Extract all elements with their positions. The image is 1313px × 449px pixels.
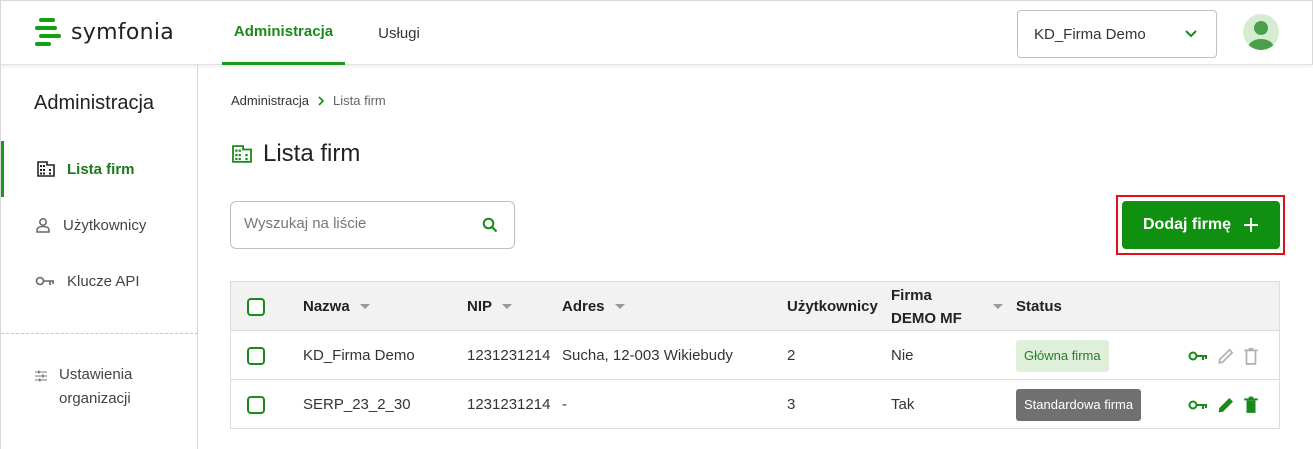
sliders-icon xyxy=(35,370,47,382)
row-checkbox-cell xyxy=(247,331,265,380)
col-header-nip[interactable]: NIP xyxy=(467,282,513,331)
chevron-right-icon xyxy=(318,95,325,106)
status-badge: Główna firma xyxy=(1016,339,1109,372)
brand-name: symfonia xyxy=(71,19,175,45)
cell-firma-demo: Nie xyxy=(891,347,914,364)
sidebar-divider xyxy=(1,333,198,334)
sidebar-item-klucze-api[interactable]: Klucze API xyxy=(1,253,198,309)
building-icon xyxy=(37,161,55,177)
breadcrumb: Administracja Lista firm xyxy=(231,93,386,108)
col-header-label: Firma DEMO MF xyxy=(891,284,962,330)
col-header-status[interactable]: Status xyxy=(1016,282,1062,331)
cell-nip: 1231231214 xyxy=(467,396,551,413)
settings-label-line2: organizacji xyxy=(59,390,131,407)
sort-icon xyxy=(502,304,513,309)
delete-icon[interactable] xyxy=(1243,396,1259,414)
sidebar-item-lista-firm[interactable]: Lista firm xyxy=(1,141,198,197)
edit-icon[interactable] xyxy=(1217,347,1235,365)
building-icon xyxy=(232,145,252,163)
row-checkbox[interactable] xyxy=(247,395,265,414)
page-title-text: Lista firm xyxy=(263,140,361,167)
col-header-label: NIP xyxy=(467,298,493,315)
company-select[interactable]: KD_Firma Demo xyxy=(1017,10,1217,58)
search-icon[interactable] xyxy=(482,217,498,233)
col-header-firma-demo[interactable]: Firma DEMO MF xyxy=(891,282,1003,331)
status-badge: Standardowa firma xyxy=(1016,388,1142,421)
brand-logo[interactable]: symfonia xyxy=(35,18,174,46)
col-header-uzytkownicy[interactable]: Użytkownicy xyxy=(787,282,878,331)
sort-icon xyxy=(993,304,1003,309)
status-cell: Standardowa firma xyxy=(1016,380,1142,429)
col-header-label-line1: Firma xyxy=(891,286,932,304)
table-header: Nazwa NIP Adres Użytkownicy Firma DEMO M… xyxy=(231,282,1279,331)
row-actions xyxy=(1187,380,1259,429)
row-actions xyxy=(1187,331,1259,380)
top-bar: symfonia Administracja Usługi KD_Firma D… xyxy=(0,0,1313,65)
tab-administracja[interactable]: Administracja xyxy=(222,1,345,65)
person-avatar-icon xyxy=(1248,21,1274,50)
breadcrumb-parent[interactable]: Administracja xyxy=(231,93,309,108)
col-header-label: Adres xyxy=(562,298,605,315)
sidebar-item-label: Lista firm xyxy=(67,160,135,178)
key-icon[interactable] xyxy=(1187,349,1209,363)
cell-nazwa: KD_Firma Demo xyxy=(303,347,415,364)
tab-uslugi[interactable]: Usługi xyxy=(363,1,435,65)
edit-icon[interactable] xyxy=(1217,396,1235,414)
key-icon xyxy=(35,276,54,286)
col-header-label-line2: DEMO MF xyxy=(891,309,962,327)
sidebar-item-label: Klucze API xyxy=(67,272,140,290)
settings-label-line1: Ustawienia xyxy=(59,366,133,383)
table-row[interactable]: KD_Firma Demo 1231231214 Sucha, 12-003 W… xyxy=(231,331,1279,380)
cell-nip: 1231231214 xyxy=(467,347,551,364)
select-all-cell xyxy=(247,282,265,331)
cell-firma-demo: Tak xyxy=(891,396,915,413)
sidebar-settings-label: Ustawienia organizacji xyxy=(59,363,132,411)
col-header-label: Nazwa xyxy=(303,298,350,315)
symfonia-logo-icon xyxy=(35,18,61,46)
key-icon[interactable] xyxy=(1187,398,1209,412)
col-header-adres[interactable]: Adres xyxy=(562,282,625,331)
breadcrumb-current: Lista firm xyxy=(333,93,386,108)
search-input[interactable] xyxy=(244,215,464,232)
chevron-down-icon xyxy=(1185,30,1197,38)
sidebar-item-label: Użytkownicy xyxy=(63,216,147,234)
sort-icon xyxy=(614,304,625,309)
plus-icon xyxy=(1244,218,1258,232)
row-checkbox[interactable] xyxy=(247,346,265,365)
cell-nazwa: SERP_23_2_30 xyxy=(303,396,411,413)
col-header-label: Użytkownicy xyxy=(787,298,878,315)
search-box xyxy=(230,201,515,249)
table-row[interactable]: SERP_23_2_30 1231231214 - 3 Tak Standard… xyxy=(231,380,1279,429)
add-company-label: Dodaj firmę xyxy=(1142,216,1231,233)
sidebar-item-ustawienia[interactable]: Ustawienia organizacji xyxy=(35,363,132,411)
select-all-checkbox[interactable] xyxy=(247,297,265,316)
col-header-label: Status xyxy=(1016,298,1062,315)
companies-table: Nazwa NIP Adres Użytkownicy Firma DEMO M… xyxy=(230,281,1280,429)
user-icon xyxy=(36,218,50,233)
col-header-nazwa[interactable]: Nazwa xyxy=(303,282,370,331)
page-title: Lista firm xyxy=(231,140,360,168)
cell-adres: - xyxy=(562,396,567,413)
sidebar-item-uzytkownicy[interactable]: Użytkownicy xyxy=(1,197,198,253)
company-select-value: KD_Firma Demo xyxy=(1034,25,1146,43)
sidebar-title: Administracja xyxy=(34,92,155,114)
row-checkbox-cell xyxy=(247,380,265,429)
status-cell: Główna firma xyxy=(1016,331,1109,380)
user-avatar[interactable] xyxy=(1243,14,1279,50)
cell-uzytkownicy: 2 xyxy=(787,347,796,364)
delete-icon[interactable] xyxy=(1243,347,1259,365)
add-company-button[interactable]: Dodaj firmę xyxy=(1122,201,1280,249)
cell-adres: Sucha, 12-003 Wikiebudy xyxy=(562,347,733,364)
sidebar: Administracja Lista firm Użytkownicy Klu… xyxy=(0,65,198,449)
sort-icon xyxy=(359,304,370,309)
cell-uzytkownicy: 3 xyxy=(787,396,796,413)
